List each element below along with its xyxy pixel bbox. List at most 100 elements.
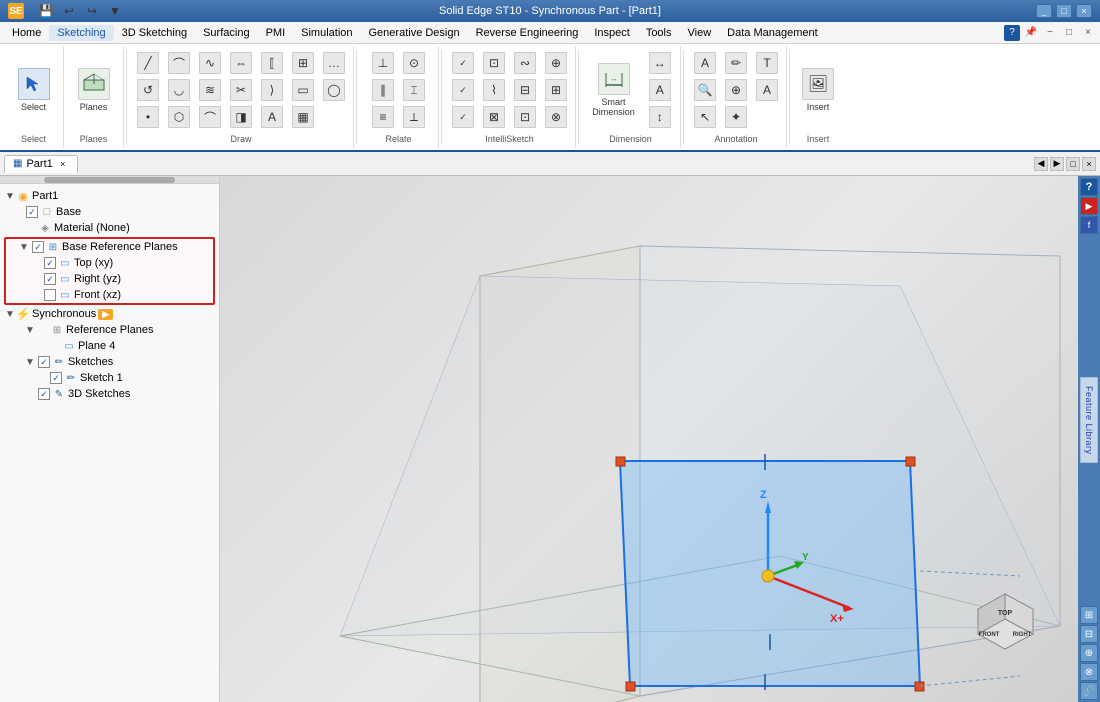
tab-restore-btn[interactable]: □ <box>1066 157 1080 171</box>
is-btn1[interactable]: ✓ <box>448 50 478 76</box>
relate-btn3[interactable]: ≡ <box>368 104 398 130</box>
tree-expand-base-ref[interactable]: ▼ <box>18 241 30 253</box>
is-btn3[interactable]: ∾ <box>510 50 540 76</box>
select-button[interactable]: Select <box>12 64 56 116</box>
is-btn2[interactable]: ⊡ <box>479 50 509 76</box>
icon-btn-4[interactable]: ⊗ <box>1080 663 1098 681</box>
nav-cube[interactable]: TOP FRONT RIGHT <box>963 579 1048 667</box>
tree-check-base-ref[interactable] <box>32 241 44 253</box>
redo-button[interactable]: ↪ <box>82 1 102 21</box>
relate-btn2[interactable]: ∥ <box>368 77 398 103</box>
feature-lib-btn[interactable]: Feature Library <box>1080 377 1098 464</box>
menu-home[interactable]: Home <box>4 25 49 41</box>
menu-simulation[interactable]: Simulation <box>293 25 360 41</box>
dim-btn1[interactable]: ↔ <box>645 50 675 76</box>
tree-check-right[interactable] <box>44 273 56 285</box>
tree-check-3d-sketches[interactable] <box>38 388 50 400</box>
menu-view[interactable]: View <box>680 25 720 41</box>
is-btn6[interactable]: ⌇ <box>479 77 509 103</box>
help-icon-btn[interactable]: ? <box>1080 178 1098 196</box>
hatch-btn[interactable]: ▦ <box>288 104 318 130</box>
tree-item-front-xz[interactable]: ▶ ▭ Front (xz) <box>6 287 213 303</box>
tree-item-root[interactable]: ▼ ◉ Part1 <box>0 188 219 204</box>
tree-item-plane4[interactable]: ▶ ▭ Plane 4 <box>0 338 219 354</box>
rect-btn[interactable]: ▭ <box>288 77 318 103</box>
dim-btn3[interactable]: ↕ <box>645 104 675 130</box>
is-btn9[interactable]: ✓ <box>448 104 478 130</box>
icon-btn-2[interactable]: ⊟ <box>1080 625 1098 643</box>
ann-btn6[interactable]: A <box>752 77 782 103</box>
ann-btn8[interactable]: ✦ <box>721 104 751 130</box>
ann-btn5[interactable]: ⊕ <box>721 77 751 103</box>
menu-inspect[interactable]: Inspect <box>586 25 637 41</box>
icon-btn-5[interactable]: 🔗 <box>1080 682 1098 700</box>
icon-btn-3[interactable]: ⊕ <box>1080 644 1098 662</box>
ann-btn2[interactable]: ✏ <box>721 50 751 76</box>
viewport[interactable]: Z X+ Y TOP <box>220 176 1078 702</box>
tree-item-material[interactable]: ▶ ◈ Material (None) <box>0 220 219 236</box>
ann-btn4[interactable]: 🔍 <box>690 77 720 103</box>
is-btn10[interactable]: ⊠ <box>479 104 509 130</box>
ann-btn7[interactable]: ↖ <box>690 104 720 130</box>
menu-generative-design[interactable]: Generative Design <box>361 25 468 41</box>
tree-item-sketch1[interactable]: ▶ ✏ Sketch 1 <box>0 370 219 386</box>
is-btn4[interactable]: ⊕ <box>541 50 571 76</box>
minimize-button[interactable]: _ <box>1036 4 1052 18</box>
spline-btn[interactable]: ≋ <box>195 77 225 103</box>
close-button[interactable]: × <box>1076 4 1092 18</box>
point-btn[interactable]: • <box>133 104 163 130</box>
tree-check-sketch1[interactable] <box>50 372 62 384</box>
text-btn[interactable]: A <box>257 104 287 130</box>
ribbon-pin-btn[interactable]: 📌 <box>1023 25 1039 41</box>
tree-expand-sync[interactable]: ▼ <box>4 308 16 320</box>
trim-btn[interactable]: ✂ <box>226 77 256 103</box>
polygon-btn[interactable]: ⬡ <box>164 104 194 130</box>
ribbon-help-btn[interactable]: ? <box>1004 25 1020 41</box>
mirror-btn[interactable]: ⇔ <box>226 50 256 76</box>
tree-check-base[interactable] <box>26 206 38 218</box>
is-btn7[interactable]: ⊟ <box>510 77 540 103</box>
line-btn[interactable]: ╱ <box>133 50 163 76</box>
tree-item-3d-sketches[interactable]: ▶ ✎ 3D Sketches <box>0 386 219 402</box>
menu-surfacing[interactable]: Surfacing <box>195 25 257 41</box>
undo-draw-btn[interactable]: ↺ <box>133 77 163 103</box>
menu-data-management[interactable]: Data Management <box>719 25 826 41</box>
ann-btn1[interactable]: A <box>690 50 720 76</box>
tree-item-sketches[interactable]: ▼ ✏ Sketches <box>0 354 219 370</box>
save-button[interactable]: 💾 <box>36 1 56 21</box>
pattern-btn[interactable]: ⊞ <box>288 50 318 76</box>
more-btn[interactable]: … <box>319 50 349 76</box>
maximize-button[interactable]: □ <box>1056 4 1072 18</box>
is-btn12[interactable]: ⊗ <box>541 104 571 130</box>
tree-expand-root[interactable]: ▼ <box>4 190 16 202</box>
tree-item-base[interactable]: ▶ □ Base <box>0 204 219 220</box>
tree-item-ref-planes[interactable]: ▼ ⊞ Reference Planes <box>0 322 219 338</box>
is-btn5[interactable]: ✓ <box>448 77 478 103</box>
relate-btn6[interactable]: ⟂ <box>399 104 429 130</box>
arc-btn[interactable]: ⌒ <box>164 50 194 76</box>
relate-btn5[interactable]: ⌶ <box>399 77 429 103</box>
is-btn8[interactable]: ⊞ <box>541 77 571 103</box>
is-btn11[interactable]: ⊡ <box>510 104 540 130</box>
ann-btn3[interactable]: T <box>752 50 782 76</box>
offset-btn[interactable]: ⟦ <box>257 50 287 76</box>
fillet-btn[interactable]: ⌒ <box>195 104 225 130</box>
tree-expand-ref-planes[interactable]: ▼ <box>24 324 36 336</box>
tab-nav-prev[interactable]: ◀ <box>1034 157 1048 171</box>
tree-item-right-yz[interactable]: ▶ ▭ Right (yz) <box>6 271 213 287</box>
app-close-btn[interactable]: × <box>1080 25 1096 41</box>
menu-reverse-engineering[interactable]: Reverse Engineering <box>468 25 587 41</box>
relate-btn1[interactable]: ⊥ <box>368 50 398 76</box>
arc2-btn[interactable]: ◡ <box>164 77 194 103</box>
icon-btn-1[interactable]: ⊞ <box>1080 606 1098 624</box>
panel-scrollbar[interactable] <box>0 176 219 184</box>
menu-tools[interactable]: Tools <box>638 25 680 41</box>
menu-3d-sketching[interactable]: 3D Sketching <box>114 25 195 41</box>
extend-btn[interactable]: ⟩ <box>257 77 287 103</box>
tab-close-btn[interactable]: × <box>1082 157 1096 171</box>
app-restore-btn[interactable]: □ <box>1061 25 1077 41</box>
ellipse-btn[interactable]: ◯ <box>319 77 349 103</box>
menu-pmi[interactable]: PMI <box>258 25 294 41</box>
tree-item-synchronous[interactable]: ▼ ⚡ Synchronous ▶ <box>0 306 219 322</box>
insert-btn[interactable]: 🖼 Insert <box>796 64 840 116</box>
